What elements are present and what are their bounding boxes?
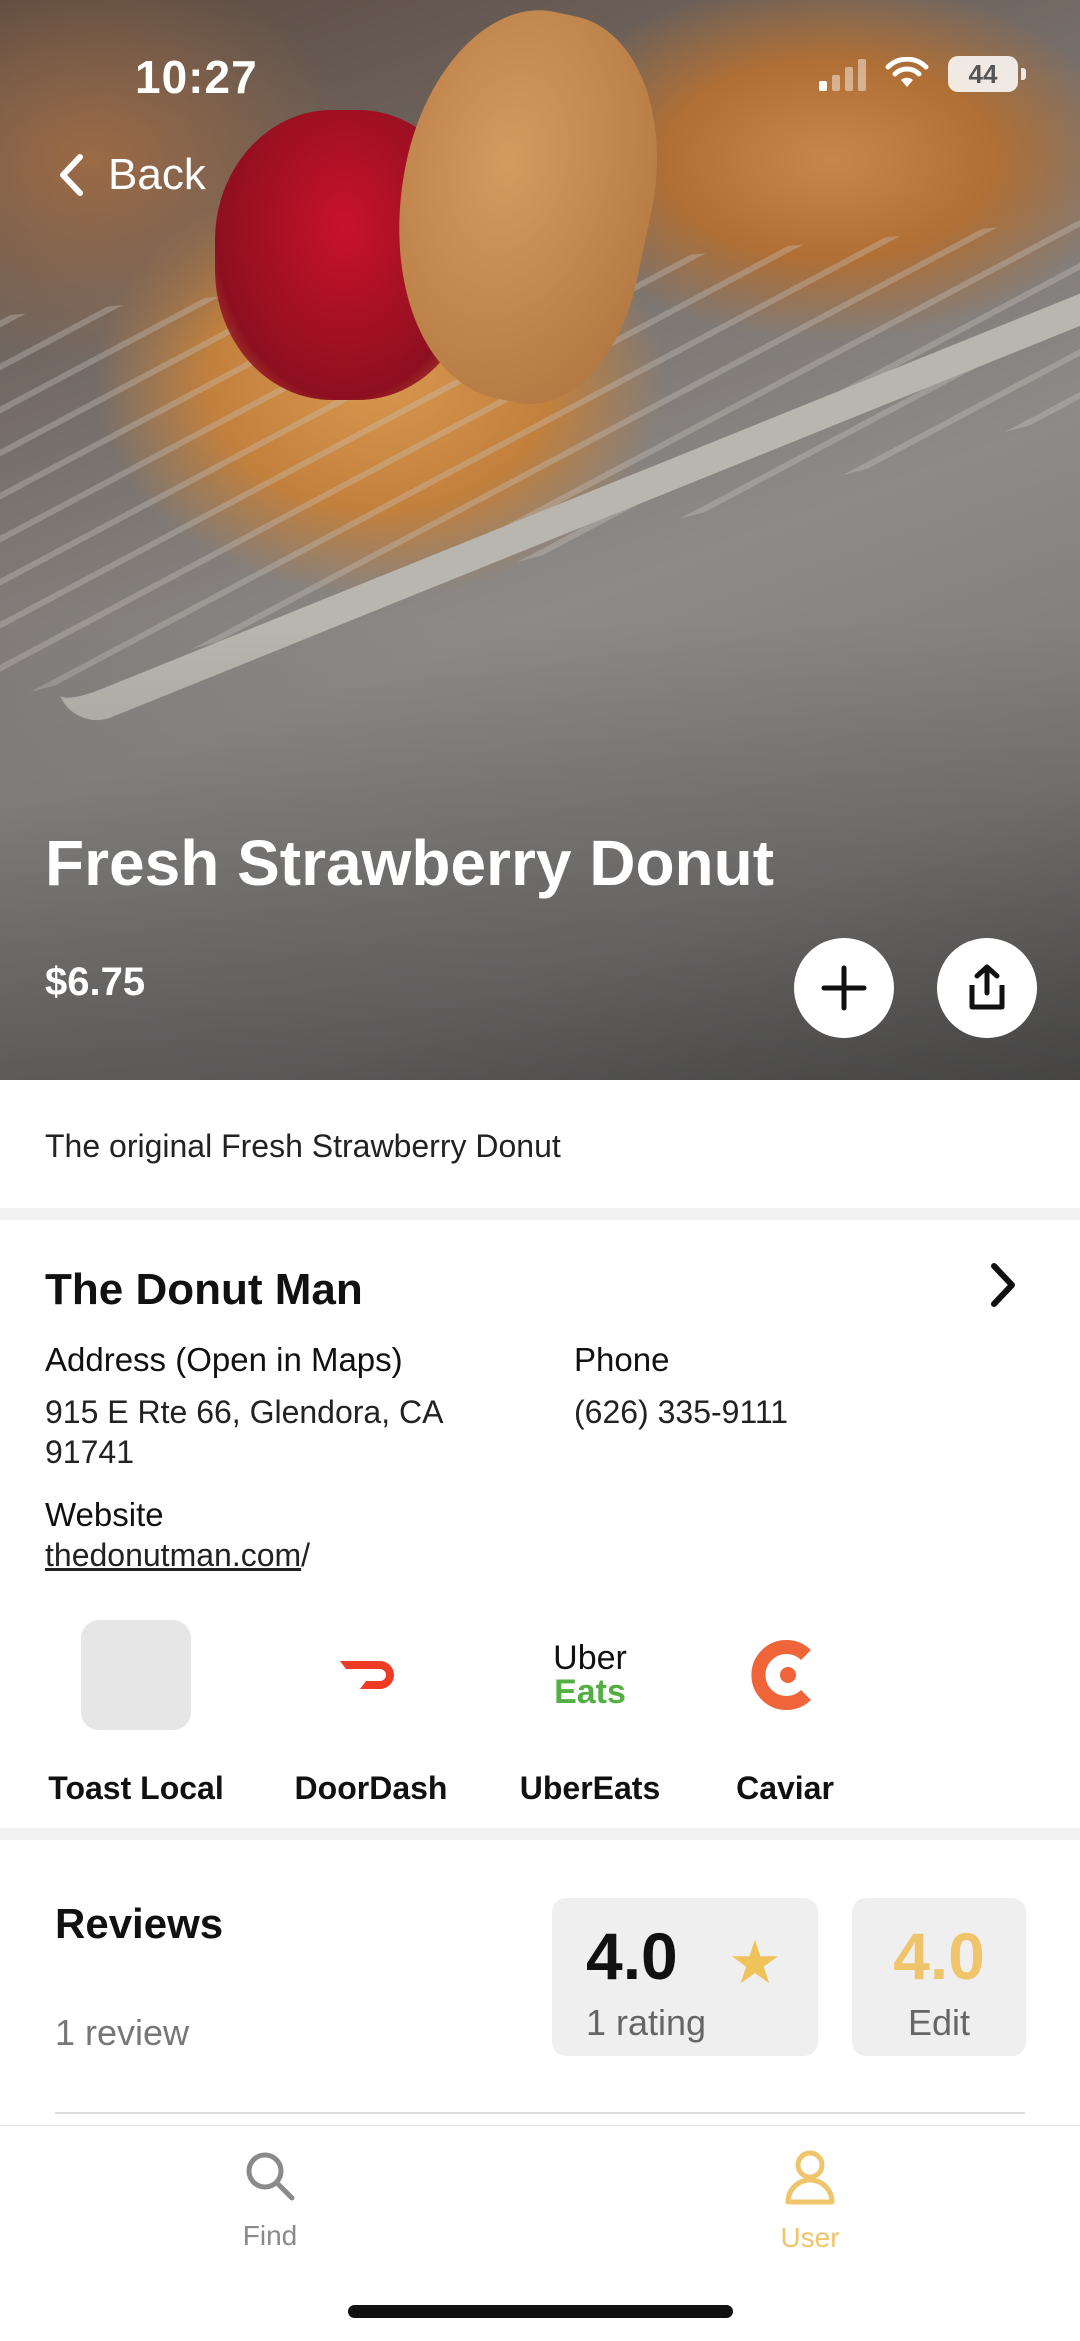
edit-rating-button[interactable]: 4.0 Edit (852, 1898, 1026, 2056)
address-line2[interactable]: 91741 (45, 1432, 134, 1472)
share-icon (969, 964, 1005, 1010)
rating-count: 1 rating (586, 2002, 707, 2043)
website-link[interactable]: thedonutman.com/ (45, 1535, 310, 1575)
tab-user[interactable]: User (710, 2148, 910, 2254)
hero-image: 10:27 44 Back Fresh Strawberry Donut $6.… (0, 0, 1080, 1080)
service-caviar[interactable]: Caviar (680, 1620, 890, 1807)
phone-number[interactable]: (626) 335-9111 (574, 1392, 788, 1432)
service-ubereats[interactable]: Uber Eats UberEats (485, 1620, 695, 1807)
tab-bar: Find User (0, 2125, 1080, 2341)
address-label[interactable]: Address (Open in Maps) (45, 1341, 403, 1379)
cellular-signal-icon (819, 57, 866, 91)
website-suffix: / (301, 1537, 311, 1573)
chevron-right-icon[interactable] (988, 1262, 1018, 1308)
toast-icon (81, 1620, 191, 1730)
website-label: Website (45, 1496, 164, 1533)
address-line1[interactable]: 915 E Rte 66, Glendora, CA (45, 1392, 443, 1432)
plus-icon (821, 965, 867, 1011)
item-title: Fresh Strawberry Donut (45, 827, 775, 899)
item-description: The original Fresh Strawberry Donut (45, 1128, 561, 1164)
tab-find[interactable]: Find (170, 2148, 370, 2252)
back-button[interactable]: Back (58, 150, 206, 200)
tab-find-label: Find (242, 2220, 298, 2251)
item-price: $6.75 (45, 960, 146, 1004)
vendor-name[interactable]: The Donut Man (45, 1265, 363, 1315)
reviews-count: 1 review (55, 2012, 190, 2053)
service-label: Toast Local (48, 1770, 224, 1806)
phone-label: Phone (574, 1341, 670, 1378)
home-indicator (348, 2305, 733, 2318)
wifi-icon (885, 57, 929, 87)
reviews-title: Reviews (55, 1900, 224, 1947)
review-divider (55, 2112, 1025, 2114)
status-time: 10:27 (135, 51, 258, 103)
my-rating: 4.0 (893, 1919, 985, 1993)
star-icon: ★ (728, 1929, 782, 1996)
battery-icon: 44 (948, 56, 1026, 92)
average-rating-box: 4.0 ★ 1 rating (552, 1898, 818, 2056)
section-divider (0, 1208, 1080, 1220)
service-label: UberEats (519, 1770, 661, 1806)
website-url[interactable]: thedonutman.com (45, 1537, 301, 1573)
tab-user-label: User (780, 2222, 840, 2253)
service-toast-local[interactable]: Toast Local (31, 1620, 241, 1807)
delivery-services: Toast Local DoorDash Uber Eats UberEats C… (0, 1620, 1080, 1806)
average-rating: 4.0 (586, 1919, 678, 1993)
add-button[interactable] (794, 938, 894, 1038)
service-doordash[interactable]: DoorDash (266, 1620, 476, 1807)
chevron-left-icon (60, 154, 83, 196)
service-label: DoorDash (294, 1770, 448, 1806)
ubereats-icon: Uber Eats (553, 1639, 627, 1711)
section-divider (0, 1828, 1080, 1840)
doordash-icon (316, 1620, 426, 1730)
service-label: Caviar (736, 1770, 834, 1806)
status-icons: 44 (819, 56, 1026, 92)
share-button[interactable] (937, 938, 1037, 1038)
caviar-icon (730, 1620, 840, 1730)
user-icon (785, 2150, 835, 2205)
back-label: Back (108, 150, 206, 199)
edit-label: Edit (907, 2002, 971, 2043)
search-icon (246, 2152, 295, 2201)
